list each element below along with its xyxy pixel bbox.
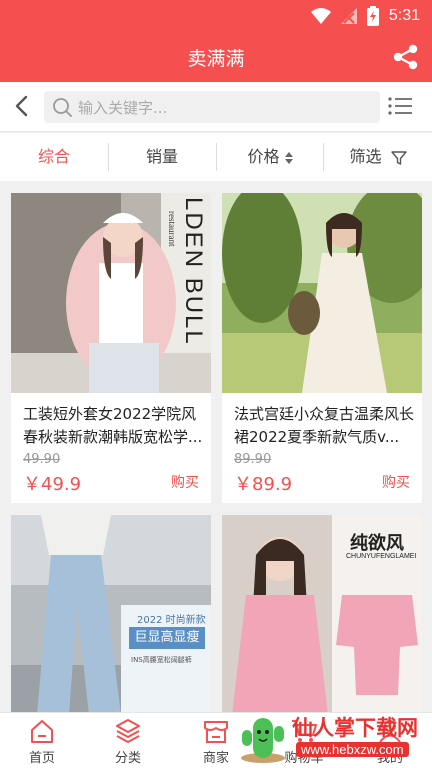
product-price: ￥49.9	[23, 474, 82, 495]
product-card[interactable]: 法式宫廷小众复古温柔风长裙2022夏季新款气质v... 89.90 ￥89.9 …	[222, 193, 422, 503]
filter-price-label: 价格	[247, 147, 280, 166]
battery-icon	[366, 6, 379, 26]
store-icon	[204, 721, 228, 743]
image-text: 巨显高显瘦	[129, 627, 205, 649]
image-subtext: CHUNYUFENGLAMEI	[346, 553, 417, 560]
buy-button[interactable]: 购买	[382, 472, 410, 492]
image-subtext: restaurant	[167, 211, 177, 247]
image-text: LDEN BULL	[180, 197, 207, 346]
image-subtext: 2022 时尚新款	[137, 615, 206, 626]
search-icon	[53, 98, 72, 117]
nav-home-label: 首页	[28, 751, 55, 766]
page-title: 卖满满	[187, 48, 245, 70]
image-note: INS高腰宽松阔腿裤	[131, 656, 192, 664]
status-bar: 5:31	[0, 0, 432, 32]
watermark: 仙人掌下载网 www.hebxzw.com	[238, 708, 428, 764]
buy-button[interactable]: 购买	[171, 472, 199, 492]
filter-screen[interactable]: 筛选	[324, 133, 432, 181]
nav-category-label: 分类	[114, 751, 141, 766]
product-card[interactable]: 2022 时尚新款 巨显高显瘦 INS高腰宽松阔腿裤	[11, 515, 211, 715]
nav-merchant[interactable]: 商家	[186, 717, 246, 766]
search-row: 输入关键字...	[0, 82, 432, 132]
filter-comprehensive[interactable]: 综合	[0, 133, 108, 181]
filter-screen-label: 筛选	[349, 147, 382, 166]
product-image[interactable]: 纯欲风 CHUNYUFENGLAMEI	[222, 515, 422, 715]
product-card[interactable]: LDEN BULL restaurant 工装短外套女2022学院风春秋装新款潮…	[11, 193, 211, 503]
status-time: 5:31	[388, 7, 420, 24]
original-price: 89.90	[234, 452, 272, 467]
search-input[interactable]: 输入关键字...	[44, 91, 380, 123]
nav-merchant-label: 商家	[202, 751, 229, 766]
list-view-icon[interactable]	[388, 96, 412, 116]
search-placeholder: 输入关键字...	[78, 99, 168, 117]
product-card[interactable]: 纯欲风 CHUNYUFENGLAMEI	[222, 515, 422, 715]
wifi-icon	[310, 8, 331, 24]
filter-bar: 综合 销量 价格 筛选	[0, 133, 432, 181]
filter-price[interactable]: 价格	[216, 133, 324, 181]
header-bar: 卖满满	[0, 32, 432, 82]
watermark-url: www.hebxzw.com	[296, 742, 409, 757]
filter-sales[interactable]: 销量	[108, 133, 216, 181]
product-name[interactable]: 法式宫廷小众复古温柔风长裙2022夏季新款气质v...	[234, 403, 414, 449]
nav-category[interactable]: 分类	[98, 717, 158, 766]
signal-icon	[340, 8, 357, 24]
share-icon[interactable]	[392, 43, 420, 71]
product-image[interactable]	[222, 193, 422, 393]
nav-home[interactable]: 首页	[12, 717, 72, 766]
watermark-text: 仙人掌下载网	[292, 716, 418, 740]
cactus-logo-icon	[241, 718, 285, 763]
product-price: ￥89.9	[234, 474, 293, 495]
product-image[interactable]: 2022 时尚新款 巨显高显瘦 INS高腰宽松阔腿裤	[11, 515, 211, 715]
funnel-icon	[390, 150, 407, 165]
home-icon	[31, 720, 53, 743]
back-arrow-icon[interactable]	[12, 94, 32, 118]
original-price: 49.90	[23, 452, 61, 467]
sort-arrows-icon	[284, 151, 293, 164]
status-icons: 5:31	[310, 6, 420, 26]
layers-icon	[116, 719, 140, 743]
image-text: 纯欲风	[350, 533, 404, 554]
product-name[interactable]: 工装短外套女2022学院风春秋装新款潮韩版宽松学...	[23, 403, 203, 449]
product-image[interactable]: LDEN BULL restaurant	[11, 193, 211, 393]
